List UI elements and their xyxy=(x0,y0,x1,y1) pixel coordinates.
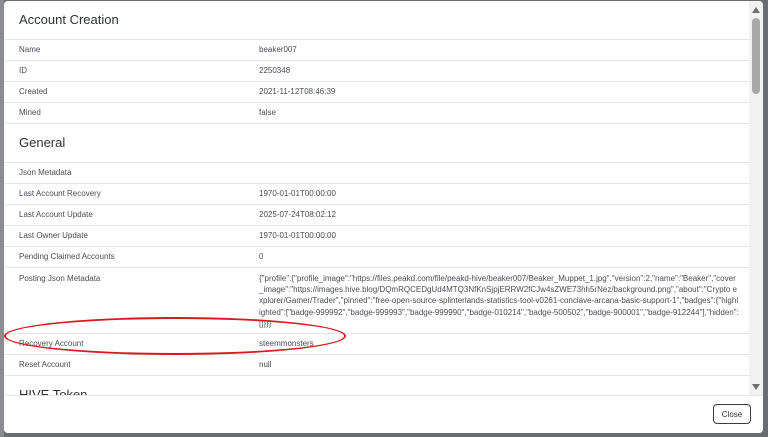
field-label: Reset Account xyxy=(19,360,71,370)
field-value: 2021-11-12T08:46:39 xyxy=(259,87,336,96)
scrollbar-thumb[interactable] xyxy=(752,18,760,94)
field-row-name: Name beaker007 xyxy=(4,40,749,61)
field-value: false xyxy=(259,108,276,117)
field-value: 0 xyxy=(259,252,264,261)
field-value: steemmonsters xyxy=(259,339,314,349)
field-row-id: ID 2250348 xyxy=(4,61,749,82)
field-row-mined: Mined false xyxy=(4,103,749,124)
field-row-reset-account: Reset Account null xyxy=(4,355,749,377)
field-value: 2250348 xyxy=(259,66,291,75)
field-label: Created xyxy=(19,87,48,96)
field-value: beaker007 xyxy=(259,45,297,54)
field-label: Last Owner Update xyxy=(19,231,88,240)
field-value: {"profile":{"profile_image":"https://fil… xyxy=(259,274,739,328)
scroll-down-arrow-icon[interactable] xyxy=(752,384,760,390)
field-row-recovery-account: Recovery Account steemmonsters xyxy=(4,334,749,356)
field-value: 1970-01-01T00:00:00 xyxy=(259,231,336,240)
field-row-last-owner-update: Last Owner Update 1970-01-01T00:00:00 xyxy=(4,226,749,247)
field-value: 1970-01-01T00:00:00 xyxy=(259,189,336,198)
field-label: Mined xyxy=(19,108,41,117)
field-label: Posting Json Metadata xyxy=(19,274,101,283)
modal-body[interactable]: Account Creation Name beaker007 ID 22503… xyxy=(4,1,749,395)
field-row-created: Created 2021-11-12T08:46:39 xyxy=(4,82,749,103)
section-title-account-creation: Account Creation xyxy=(4,1,749,40)
field-label: Recovery Account xyxy=(19,339,84,349)
field-label: Pending Claimed Accounts xyxy=(19,252,115,261)
field-row-pending-claimed-accounts: Pending Claimed Accounts 0 xyxy=(4,247,749,268)
field-row-posting-json-metadata: Posting Json Metadata {"profile":{"profi… xyxy=(4,268,749,335)
field-value: 2025-07-24T08:02:12 xyxy=(259,210,336,219)
scroll-up-arrow-icon[interactable] xyxy=(752,7,760,13)
modal-footer: Close xyxy=(4,395,763,433)
field-value: null xyxy=(259,360,272,370)
field-row-last-account-update: Last Account Update 2025-07-24T08:02:12 xyxy=(4,205,749,226)
field-value xyxy=(259,163,749,183)
field-label: Name xyxy=(19,45,41,54)
field-label: Last Account Recovery xyxy=(19,189,101,198)
vertical-scrollbar[interactable] xyxy=(749,1,763,395)
field-label: Last Account Update xyxy=(19,210,93,219)
field-label: ID xyxy=(19,66,27,75)
section-title-general: General xyxy=(4,124,749,163)
close-button[interactable]: Close xyxy=(713,404,751,424)
account-details-modal: Account Creation Name beaker007 ID 22503… xyxy=(4,1,763,433)
field-row-last-account-recovery: Last Account Recovery 1970-01-01T00:00:0… xyxy=(4,184,749,205)
section-title-hive-token: HIVE Token xyxy=(4,376,749,395)
field-label: Json Metadata xyxy=(19,168,72,177)
field-row-json-metadata: Json Metadata xyxy=(4,163,749,184)
